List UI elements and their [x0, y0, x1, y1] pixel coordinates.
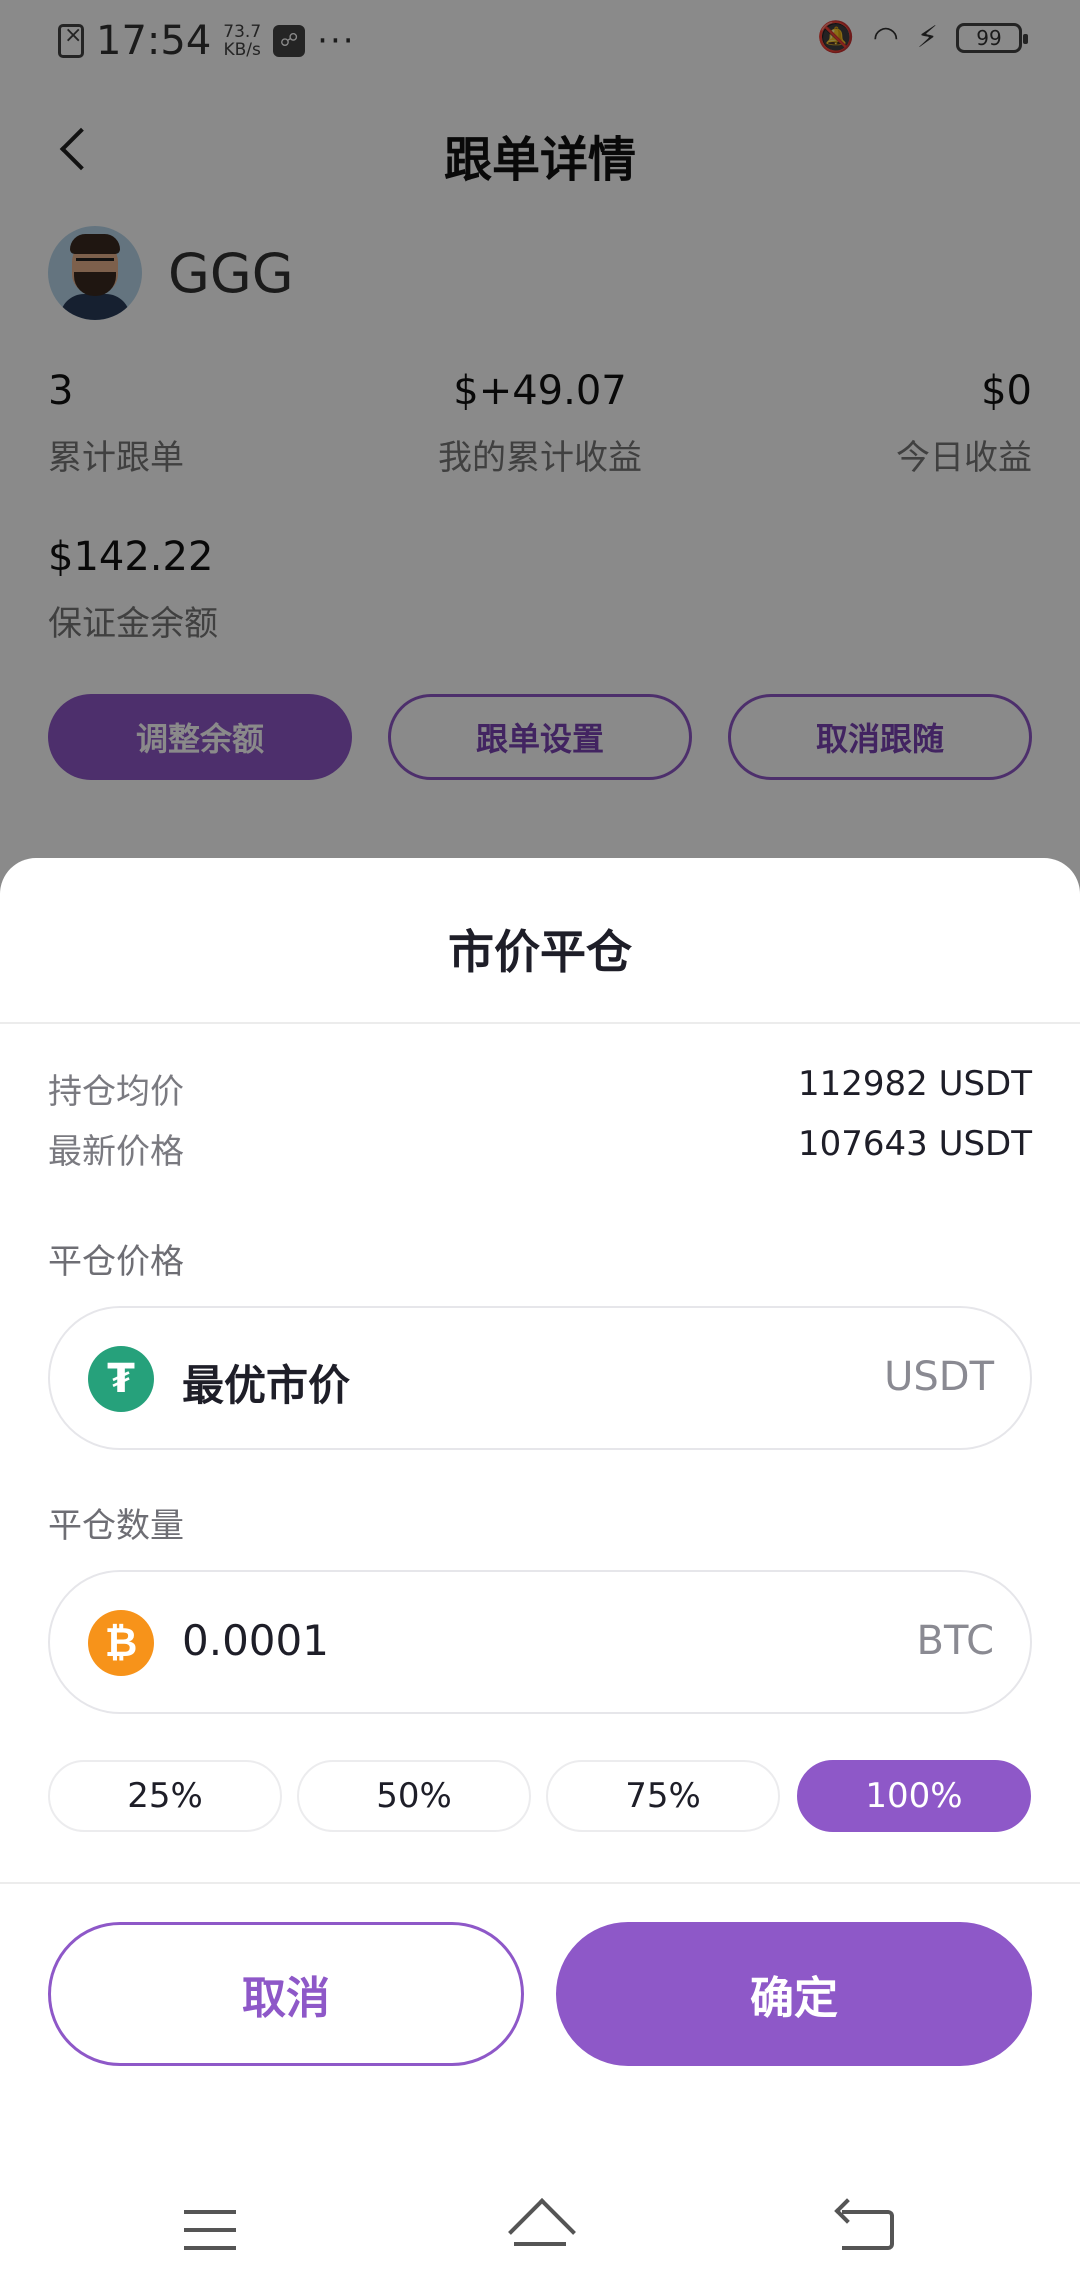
- percent-option-100[interactable]: 100%: [797, 1760, 1031, 1832]
- confirm-button[interactable]: 确定: [556, 1922, 1032, 2066]
- percent-option-50[interactable]: 50%: [297, 1760, 531, 1832]
- latest-price-label: 最新价格: [48, 1132, 184, 1172]
- back-nav-icon[interactable]: [842, 2210, 894, 2250]
- close-qty-label: 平仓数量: [48, 1506, 184, 1546]
- divider: [0, 1022, 1080, 1024]
- close-price-unit: USDT: [884, 1354, 994, 1400]
- system-nav-bar: [0, 2158, 1080, 2280]
- menu-icon[interactable]: [184, 2210, 236, 2250]
- avg-position-price-label: 持仓均价: [48, 1072, 184, 1112]
- close-qty-input[interactable]: ₿ 0.0001 BTC: [48, 1570, 1032, 1714]
- sheet-title: 市价平仓: [448, 925, 632, 979]
- close-price-field[interactable]: ₮ 最优市价 USDT: [48, 1306, 1032, 1450]
- close-qty-unit: BTC: [916, 1618, 994, 1664]
- percent-option-25[interactable]: 25%: [48, 1760, 282, 1832]
- close-price-label: 平仓价格: [48, 1242, 184, 1282]
- market-close-sheet: 市价平仓 持仓均价 112982 USDT 最新价格 107643 USDT 平…: [0, 858, 1080, 2280]
- close-qty-value: 0.0001: [182, 1616, 329, 1665]
- cancel-button[interactable]: 取消: [48, 1922, 524, 2066]
- divider: [0, 1882, 1080, 1884]
- tether-icon: ₮: [88, 1346, 154, 1412]
- close-price-value: 最优市价: [182, 1361, 351, 1410]
- home-icon[interactable]: [504, 2202, 576, 2254]
- avg-position-price-row: 持仓均价 112982 USDT: [48, 1064, 1032, 1112]
- avg-position-price-value: 112982 USDT: [797, 1064, 1032, 1104]
- latest-price-row: 最新价格 107643 USDT: [48, 1124, 1032, 1172]
- latest-price-value: 107643 USDT: [797, 1124, 1032, 1164]
- percent-option-75[interactable]: 75%: [546, 1760, 780, 1832]
- bitcoin-icon: ₿: [88, 1610, 154, 1676]
- percent-selector: 25% 50% 75% 100%: [48, 1760, 1032, 1832]
